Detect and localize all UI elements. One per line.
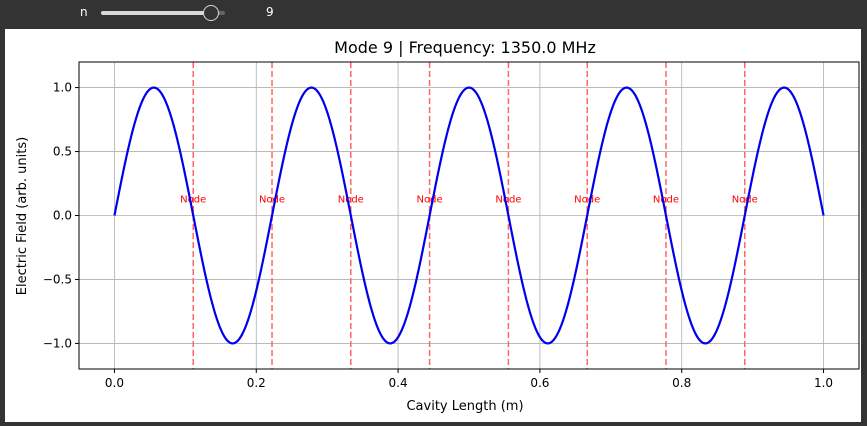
- node-label: Node: [732, 195, 758, 206]
- x-tick-label: 1.0: [814, 376, 833, 390]
- slider-thumb[interactable]: [203, 5, 220, 21]
- node-label: Node: [574, 195, 600, 206]
- x-tick-label: 0.8: [672, 376, 691, 390]
- y-tick-label: −1.0: [43, 336, 72, 350]
- chart-title: Mode 9 | Frequency: 1350.0 MHz: [334, 38, 596, 57]
- node-label: Node: [180, 195, 206, 206]
- slider-label: n: [80, 5, 88, 19]
- x-tick-label: 0.2: [247, 376, 266, 390]
- x-tick-label: 0.4: [389, 376, 408, 390]
- mode-slider[interactable]: [101, 5, 225, 21]
- chart-svg: Mode 9 | Frequency: 1350.0 MHz Cavity Le…: [15, 38, 860, 414]
- node-label: Node: [495, 195, 521, 206]
- y-tick-label: −0.5: [43, 272, 72, 286]
- y-axis-label: Electric Field (arb. units): [15, 137, 30, 295]
- node-label: Node: [653, 195, 679, 206]
- slider-value: 9: [266, 5, 274, 19]
- control-bar: n 9: [0, 0, 867, 28]
- node-label: Node: [338, 195, 364, 206]
- x-tick-label: 0.0: [105, 376, 124, 390]
- node-label: Node: [417, 195, 443, 206]
- y-tick-label: 0.5: [53, 145, 72, 159]
- slider-fill: [101, 11, 212, 15]
- x-axis-label: Cavity Length (m): [406, 399, 523, 414]
- x-tick-label: 0.6: [530, 376, 549, 390]
- y-tick-label: 1.0: [53, 81, 72, 95]
- grid: [79, 62, 859, 369]
- figure: Mode 9 | Frequency: 1350.0 MHz Cavity Le…: [5, 29, 861, 422]
- y-tick-label: 0.0: [53, 209, 72, 223]
- node-label: Node: [259, 195, 285, 206]
